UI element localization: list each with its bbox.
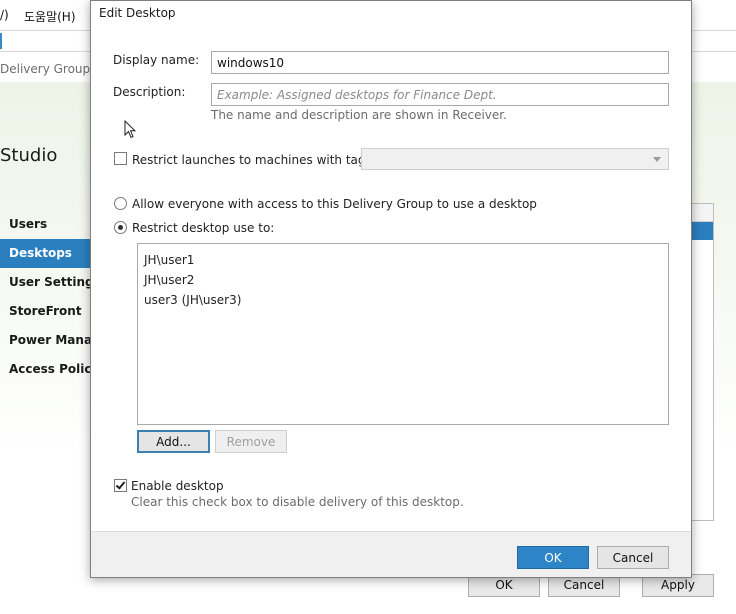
desktop-list-panel [690, 203, 714, 521]
dialog-title: Edit Desktop [99, 6, 176, 20]
list-item[interactable]: JH\user2 [138, 270, 668, 290]
cancel-button[interactable]: Cancel [597, 546, 669, 569]
allow-everyone-label: Allow everyone with access to this Deliv… [132, 197, 537, 211]
remove-user-button[interactable]: Remove [215, 430, 287, 453]
nav-item-access-policy[interactable]: Access Policy [0, 355, 92, 384]
description-label: Description: [113, 85, 186, 99]
menu-item-help[interactable]: 도움말(H) [24, 8, 76, 25]
restrict-tag-label: Restrict launches to machines with tag: [132, 153, 370, 167]
nav-item-desktops[interactable]: Desktops [0, 239, 92, 268]
restrict-desktop-radio[interactable] [114, 221, 127, 234]
restrict-tag-checkbox[interactable] [114, 152, 127, 165]
address-caret [0, 33, 2, 49]
allow-everyone-radio[interactable] [114, 197, 127, 210]
nav-item-users[interactable]: Users [0, 210, 92, 239]
add-user-button[interactable]: Add... [137, 430, 210, 453]
ok-button[interactable]: OK [517, 546, 589, 569]
list-item[interactable]: user3 (JH\user3) [138, 290, 668, 310]
description-input[interactable] [211, 83, 669, 106]
studio-title: Studio [0, 145, 58, 166]
restrict-desktop-label: Restrict desktop use to: [132, 221, 275, 235]
chevron-down-icon [653, 157, 661, 162]
nav-item-user-settings[interactable]: User Settings [0, 268, 92, 297]
list-item[interactable]: JH\user1 [138, 250, 668, 270]
nav-item-storefront[interactable]: StoreFront [0, 297, 92, 326]
menu-item-partial[interactable]: /) [0, 8, 9, 22]
nav-item-power-management[interactable]: Power Management [0, 326, 92, 355]
edit-desktop-dialog: Edit Desktop Display name: Description: … [90, 0, 692, 578]
wizard-nav: Users Desktops User Settings StoreFront … [0, 210, 92, 384]
list-selected-row[interactable] [690, 222, 713, 240]
enable-desktop-label: Enable desktop [131, 479, 224, 493]
display-name-input[interactable] [211, 51, 669, 74]
enable-desktop-checkbox[interactable] [114, 479, 127, 492]
dialog-footer: OK Cancel [91, 531, 691, 577]
checkmark-icon [115, 479, 126, 490]
user-list[interactable]: JH\user1 JH\user2 user3 (JH\user3) [137, 243, 669, 425]
tag-dropdown[interactable] [361, 148, 669, 170]
display-name-label: Display name: [113, 53, 200, 67]
radio-selected-dot [118, 225, 123, 230]
list-header [690, 204, 713, 222]
mouse-pointer-icon [124, 120, 136, 139]
enable-desktop-hint: Clear this check box to disable delivery… [131, 495, 464, 509]
breadcrumb[interactable]: Delivery Group [0, 62, 90, 76]
name-description-hint: The name and description are shown in Re… [211, 108, 507, 122]
